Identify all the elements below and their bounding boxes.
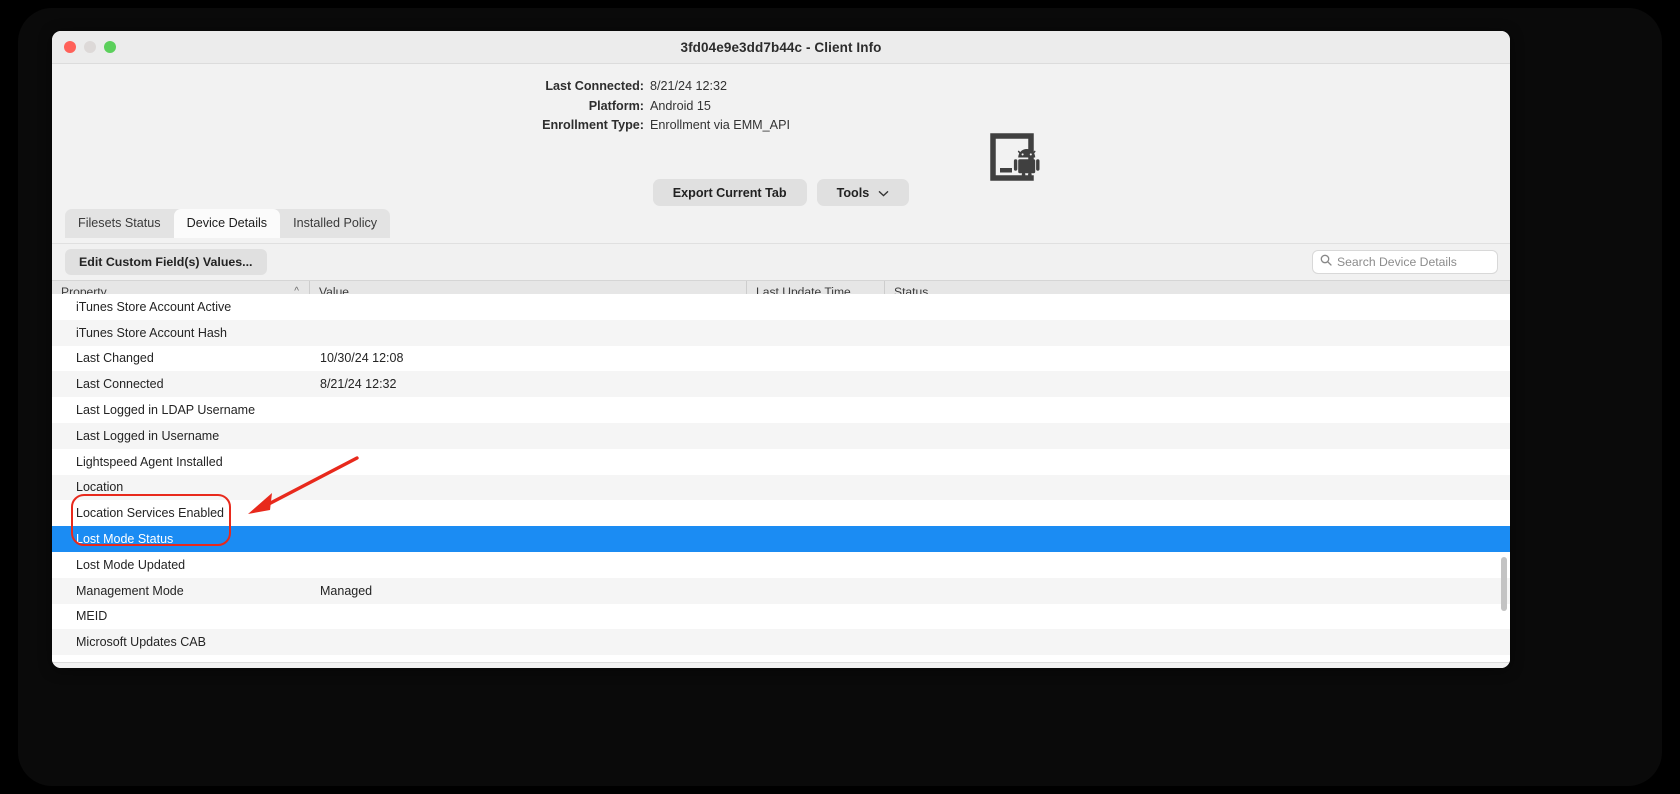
cell-property: Monitor ID (52, 661, 310, 662)
cell-property: MEID (76, 609, 108, 624)
edit-custom-fields-button[interactable]: Edit Custom Field(s) Values... (65, 249, 267, 275)
tab-device-details[interactable]: Device Details (173, 209, 281, 238)
cell-property: Location (76, 480, 124, 495)
cell-property: Last Changed (76, 351, 154, 366)
table-row[interactable]: Location (52, 474, 1510, 501)
cell-property: iTunes Store Account Hash (76, 325, 228, 340)
cell-property: Microsoft Updates CAB (76, 635, 206, 650)
table-row[interactable]: Microsoft Updates CAB (52, 629, 1510, 656)
cell-value: 10/30/24 12:08 (320, 351, 404, 366)
table-row[interactable]: iTunes Store Account Active (52, 294, 1510, 320)
status-bar: The status of Lost Mode for a device. (52, 662, 1510, 668)
cell-property: Lost Mode Status (76, 532, 174, 547)
last-connected-label: Last Connected: (545, 79, 644, 93)
info-row-platform: Platform: Android 15 (52, 97, 1510, 117)
tools-label: Tools (836, 185, 870, 200)
header-button-row: Export Current Tab Tools (52, 179, 1510, 206)
enrollment-type-value: Enrollment via EMM_API (650, 118, 790, 132)
table-row[interactable]: Last Connected 8/21/24 12:32 (52, 371, 1510, 398)
cell-property: Management Mode (76, 583, 184, 598)
table-row[interactable]: iTunes Store Account Hash (52, 319, 1510, 346)
last-connected-value: 8/21/24 12:32 (650, 79, 728, 93)
cell-value: Managed (320, 583, 373, 598)
table-row[interactable]: Location Services Enabled (52, 500, 1510, 527)
platform-label: Platform: (588, 98, 644, 113)
enrollment-type-label: Enrollment Type: (542, 118, 644, 132)
table-row[interactable]: Monitor ID (52, 655, 1510, 662)
tab-list: Filesets Status Device Details Installed… (65, 209, 391, 238)
cell-property: Last Logged in LDAP Username (76, 403, 256, 418)
table-row[interactable]: Last Changed 10/30/24 12:08 (52, 345, 1510, 372)
table-row[interactable]: Management Mode Managed (52, 577, 1510, 604)
cell-property: Location Services Enabled (76, 506, 225, 521)
platform-value: Android 15 (650, 98, 711, 113)
cell-property: Lightspeed Agent Installed (76, 454, 223, 469)
client-info-window: 3fd04e9e3dd7b44c - Client Info Last Conn… (52, 31, 1510, 668)
cell-property: Last Connected (76, 377, 164, 392)
cell-property: Lost Mode Updated (76, 557, 186, 572)
client-info-fields: Last Connected: 8/21/24 12:32 Platform: … (52, 77, 1510, 136)
table-row[interactable]: Lost Mode Status (52, 526, 1510, 552)
table-row[interactable]: Last Logged in LDAP Username (52, 397, 1510, 423)
cell-value: 8/21/24 12:32 (320, 377, 397, 392)
client-header: Last Connected: 8/21/24 12:32 Platform: … (52, 64, 1510, 209)
zoom-button[interactable] (104, 41, 116, 53)
chevron-down-icon (878, 186, 889, 200)
traffic-lights (64, 41, 116, 53)
table-row[interactable]: Last Logged in Username (52, 422, 1510, 449)
cell-property: iTunes Store Account Active (76, 299, 232, 314)
search-icon (1320, 253, 1332, 271)
table-row[interactable]: MEID (52, 603, 1510, 630)
tab-installed-policy[interactable]: Installed Policy (280, 209, 390, 238)
window-title: 3fd04e9e3dd7b44c - Client Info (680, 40, 882, 55)
tools-button[interactable]: Tools (816, 179, 910, 206)
info-row-last-connected: Last Connected: 8/21/24 12:32 (52, 77, 1510, 97)
window-titlebar: 3fd04e9e3dd7b44c - Client Info (52, 31, 1510, 64)
search-input[interactable] (1337, 255, 1490, 269)
info-row-enrollment-type: Enrollment Type: Enrollment via EMM_API (52, 116, 1510, 136)
minimize-button[interactable] (84, 41, 96, 53)
cell-property: Last Logged in Username (76, 428, 220, 443)
table-rows: iTunes Store Account Active iTunes Store … (52, 294, 1510, 662)
search-box[interactable] (1312, 250, 1498, 274)
device-details-table: Property ^ Value Last Update Time Status… (52, 280, 1510, 662)
export-current-tab-label: Export Current Tab (672, 185, 787, 200)
vertical-scrollbar[interactable] (1501, 557, 1507, 611)
details-toolbar: Edit Custom Field(s) Values... (52, 243, 1510, 280)
close-button[interactable] (64, 41, 76, 53)
table-row[interactable]: Lightspeed Agent Installed (52, 448, 1510, 475)
export-current-tab-button[interactable]: Export Current Tab (652, 179, 807, 206)
screen: 3fd04e9e3dd7b44c - Client Info Last Conn… (0, 0, 1680, 794)
table-row[interactable]: Lost Mode Updated (52, 551, 1510, 578)
tab-filesets-status[interactable]: Filesets Status (65, 209, 174, 238)
tab-strip: Filesets Status Device Details Installed… (52, 209, 1510, 243)
